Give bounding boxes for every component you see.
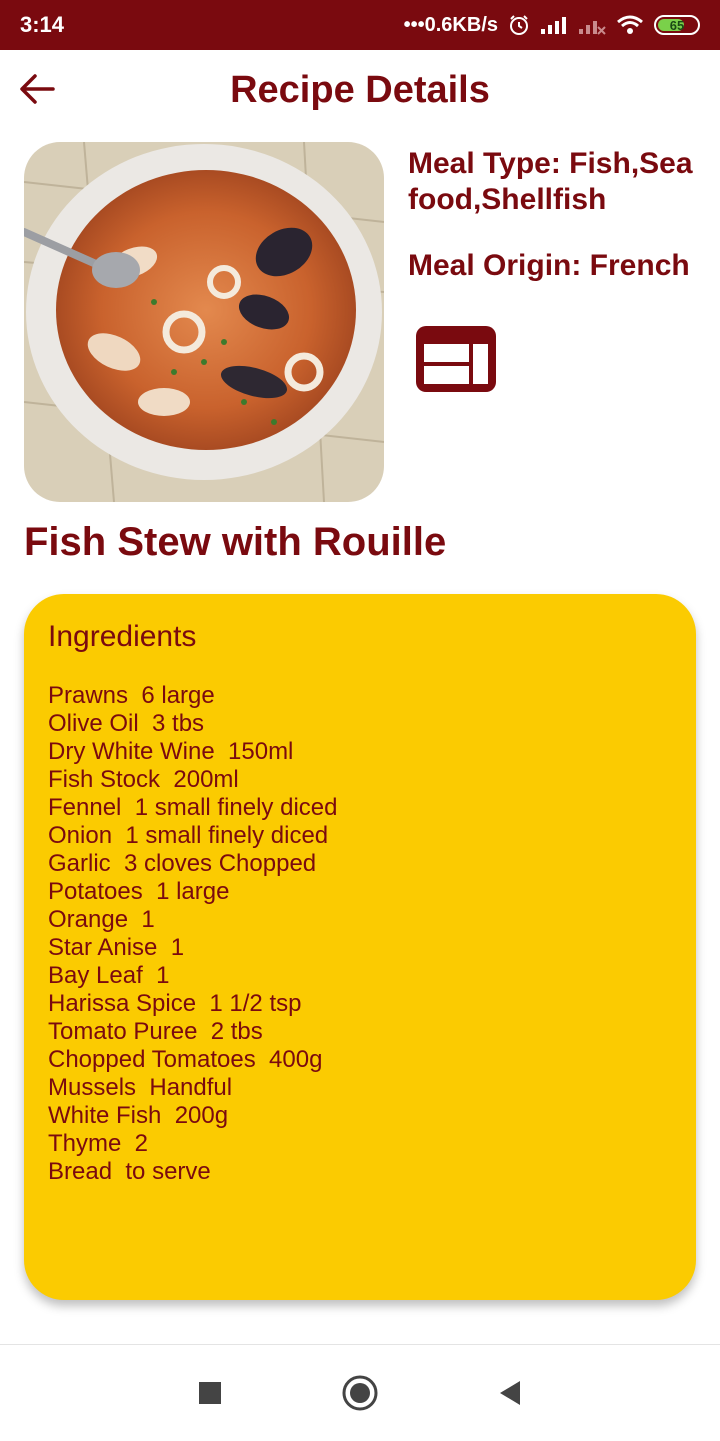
ingredient-item: Tomato Puree 2 tbs (48, 1018, 263, 1045)
recipe-meta: Meal Type: Fish,Sea food,Shellfish Meal … (408, 146, 708, 284)
ingredient-item: Fish Stock 200ml (48, 766, 239, 793)
nav-back-button[interactable] (490, 1373, 530, 1413)
ingredient-item: Harissa Spice 1 1/2 tsp (48, 990, 302, 1017)
triangle-back-icon (500, 1381, 520, 1405)
ingredient-item: White Fish 200g (48, 1102, 229, 1129)
meal-origin: Meal Origin: French (408, 249, 690, 282)
square-recents-icon (199, 1382, 221, 1404)
ingredient-item: Orange 1 (48, 906, 155, 933)
wifi-icon (616, 14, 644, 36)
ingredient-item: Potatoes 1 large (48, 878, 230, 905)
status-bar: 3:14 •••0.6KB/s 65 (0, 0, 720, 50)
web-layout-button[interactable] (416, 326, 496, 392)
ingredient-item: Olive Oil 3 tbs (48, 710, 205, 737)
ingredient-item: Fennel 1 small finely diced (48, 794, 338, 821)
ingredient-item: Star Anise 1 (48, 934, 185, 961)
recipe-image (24, 142, 384, 502)
ingredient-item: Bread to serve (48, 1158, 211, 1185)
signal-weak-icon (578, 15, 606, 35)
status-icons: •••0.6KB/s 65 (404, 14, 700, 37)
home-button[interactable] (340, 1373, 380, 1413)
ingredient-item: Mussels Handful (48, 1074, 233, 1101)
alarm-icon (508, 14, 530, 36)
ingredient-item: Bay Leaf 1 (48, 962, 170, 989)
meal-type: Meal Type: Fish,Sea food,Shellfish (408, 147, 693, 216)
ingredient-item: Thyme 2 (48, 1130, 149, 1157)
ingredient-list: Prawns 6 large Olive Oil 3 tbs Dry White W… (48, 682, 672, 1186)
network-speed: •••0.6KB/s (403, 13, 498, 36)
ingredient-item: Garlic 3 cloves Chopped (48, 850, 317, 877)
ingredient-item: Onion 1 small finely diced (48, 822, 329, 849)
recipe-name: Fish Stew with Rouille (24, 520, 447, 564)
ingredient-item: Dry White Wine 150ml (48, 738, 294, 765)
page-title: Recipe Details (230, 69, 490, 111)
ingredients-card: Ingredients Prawns 6 large Olive Oil 3 tb… (24, 594, 696, 1300)
signal-icon (540, 15, 568, 35)
ingredient-item: Chopped Tomatoes 400g (48, 1046, 323, 1073)
circle-home-icon (342, 1375, 378, 1411)
battery-icon: 65 (654, 15, 700, 35)
battery-level: 65 (669, 17, 685, 33)
recents-button[interactable] (190, 1373, 230, 1413)
ingredients-heading: Ingredients (48, 620, 197, 653)
ingredient-item: Prawns 6 large (48, 682, 215, 709)
web-layout-icon (424, 344, 488, 384)
app-header: Recipe Details (0, 50, 720, 140)
status-time: 3:14 (20, 12, 65, 37)
system-nav-bar (0, 1344, 720, 1441)
